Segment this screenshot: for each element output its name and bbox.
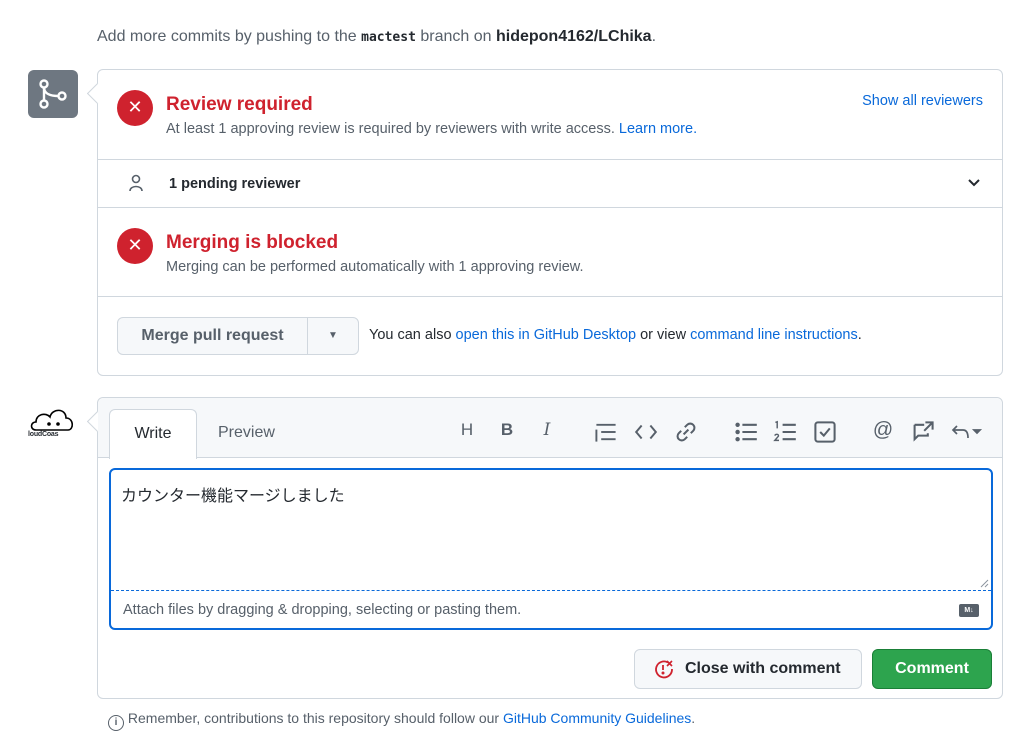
tab-preview[interactable]: Preview bbox=[218, 424, 275, 442]
comment-box: Write Preview H B I @ カウンター機能マージしました Att… bbox=[97, 397, 1003, 699]
chevron-down-icon[interactable] bbox=[968, 179, 980, 187]
open-desktop-link[interactable]: open this in GitHub Desktop bbox=[456, 327, 637, 343]
caret-down-icon[interactable]: ▼ bbox=[308, 318, 358, 354]
close-with-comment-button[interactable]: Close with comment bbox=[634, 649, 862, 689]
close-issue-icon bbox=[655, 660, 673, 679]
info-icon: i bbox=[108, 715, 124, 731]
avatar-label: loudCoas bbox=[28, 431, 59, 438]
review-title: Review required bbox=[166, 94, 313, 115]
task-list-icon[interactable] bbox=[813, 420, 837, 444]
pending-reviewer-label: 1 pending reviewer bbox=[169, 176, 301, 192]
attach-divider bbox=[111, 590, 991, 591]
merge-pull-request-button[interactable]: Merge pull request ▼ bbox=[117, 317, 359, 355]
attach-files-hint[interactable]: Attach files by dragging & dropping, sel… bbox=[123, 602, 521, 618]
bold-icon[interactable]: B bbox=[495, 418, 519, 442]
community-guidelines-link[interactable]: GitHub Community Guidelines bbox=[503, 710, 691, 726]
alternative-merge-text: You can also open this in GitHub Desktop… bbox=[369, 327, 862, 343]
mention-icon[interactable]: @ bbox=[871, 418, 895, 442]
command-line-link[interactable]: command line instructions bbox=[690, 327, 858, 343]
italic-icon[interactable]: I bbox=[535, 418, 559, 442]
comment-tabbar: Write Preview H B I @ bbox=[98, 398, 1002, 459]
merge-button-label[interactable]: Merge pull request bbox=[118, 318, 308, 354]
link-icon[interactable] bbox=[674, 420, 698, 444]
merge-blocked-subtitle: Merging can be performed automatically w… bbox=[166, 259, 584, 275]
review-section: ✕ Review required At least 1 approving r… bbox=[98, 70, 1002, 160]
learn-more-link[interactable]: Learn more. bbox=[619, 121, 697, 137]
code-icon[interactable] bbox=[634, 420, 658, 444]
heading-icon[interactable]: H bbox=[455, 418, 479, 442]
merge-status-box: ✕ Review required At least 1 approving r… bbox=[97, 69, 1003, 376]
show-all-reviewers-link[interactable]: Show all reviewers bbox=[862, 93, 983, 109]
git-merge-icon bbox=[28, 70, 78, 118]
markdown-icon: M↓ bbox=[959, 604, 979, 617]
reference-icon[interactable] bbox=[911, 420, 935, 444]
merge-blocked-section: ✕ Merging is blocked Merging can be perf… bbox=[98, 208, 1002, 297]
comment-button[interactable]: Comment bbox=[872, 649, 992, 689]
reply-icon[interactable] bbox=[951, 420, 987, 444]
push-hint: Add more commits by pushing to the macte… bbox=[97, 28, 657, 45]
bullet-list-icon[interactable] bbox=[734, 420, 758, 444]
comment-text[interactable]: カウンター機能マージしました bbox=[121, 482, 345, 506]
x-circle-icon: ✕ bbox=[117, 228, 153, 264]
repo-name: hidepon4162/LChika bbox=[495, 28, 652, 45]
comment-textarea[interactable]: カウンター機能マージしました Attach files by dragging … bbox=[109, 468, 993, 630]
merge-blocked-title: Merging is blocked bbox=[166, 232, 339, 253]
review-subtitle: At least 1 approving review is required … bbox=[166, 121, 698, 137]
person-icon bbox=[129, 174, 143, 192]
branch-name: mactest bbox=[361, 30, 416, 45]
numbered-list-icon[interactable] bbox=[773, 420, 797, 444]
x-circle-icon: ✕ bbox=[117, 90, 153, 126]
resize-handle-icon[interactable] bbox=[979, 578, 989, 588]
tab-write[interactable]: Write bbox=[109, 409, 197, 459]
quote-icon[interactable] bbox=[594, 420, 618, 444]
pending-reviewer-row[interactable]: 1 pending reviewer bbox=[98, 160, 1002, 208]
close-with-comment-label: Close with comment bbox=[685, 660, 841, 677]
